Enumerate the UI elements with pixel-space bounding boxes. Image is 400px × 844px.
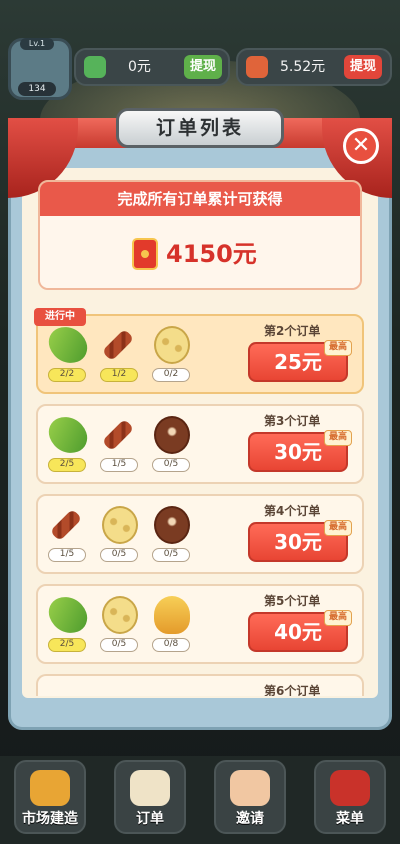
menu-book-icon bbox=[330, 770, 370, 806]
cash-value: 0元 bbox=[128, 59, 151, 75]
nav-label: 订单 bbox=[136, 811, 164, 827]
item-progress: 0/5 bbox=[152, 458, 190, 472]
order-item: 1/2 bbox=[98, 324, 142, 382]
redpack-icon bbox=[132, 238, 158, 270]
item-progress: 2/5 bbox=[48, 458, 86, 472]
order-reward-value: 30元 bbox=[274, 440, 322, 464]
item-progress: 2/2 bbox=[48, 368, 86, 382]
order-item: 0/2 bbox=[150, 324, 194, 382]
redpack-balance-pill: 5.52元 提现 bbox=[236, 48, 392, 86]
item-progress: 0/5 bbox=[100, 638, 138, 652]
reward-body: 4150元 bbox=[40, 216, 360, 288]
order-reward-button[interactable]: 40元 最高 bbox=[248, 610, 352, 652]
order-reward-button[interactable]: 30元 最高 bbox=[248, 430, 352, 472]
friends-icon bbox=[230, 770, 270, 806]
lotus-root-skewer-icon bbox=[102, 506, 138, 544]
nav-label: 菜单 bbox=[336, 811, 364, 827]
item-progress: 1/5 bbox=[100, 458, 138, 472]
green-pepper-skewer-icon bbox=[44, 590, 92, 640]
total-reward-box: 完成所有订单累计可获得 4150元 bbox=[38, 180, 362, 290]
hard-hat-icon bbox=[30, 770, 70, 806]
order-title: 第4个订单 bbox=[264, 504, 321, 518]
nav-market-build[interactable]: 市场建造 bbox=[14, 760, 86, 834]
max-badge: 最高 bbox=[324, 610, 352, 626]
order-title: 第6个订单 bbox=[264, 684, 321, 696]
order-title: 第5个订单 bbox=[264, 594, 321, 608]
corn-skewer-icon bbox=[154, 596, 190, 634]
item-progress: 0/8 bbox=[152, 638, 190, 652]
nav-menu[interactable]: 菜单 bbox=[314, 760, 386, 834]
lotus-root-skewer-icon bbox=[154, 326, 190, 364]
meat-skewer-icon bbox=[101, 328, 135, 362]
wechat-icon bbox=[84, 56, 106, 78]
order-item: 2/5 bbox=[44, 590, 92, 652]
order-reward-value: 25元 bbox=[274, 350, 322, 374]
item-progress: 0/5 bbox=[100, 548, 138, 562]
order-card: 第6个订单 bbox=[36, 674, 364, 696]
item-progress: 2/5 bbox=[48, 638, 86, 652]
max-badge: 最高 bbox=[324, 520, 352, 536]
order-item: 2/5 bbox=[44, 410, 92, 472]
level-badge: Lv.1 bbox=[20, 38, 54, 50]
panel-title: 订单列表 bbox=[116, 108, 284, 148]
mushroom-skewer-icon bbox=[154, 506, 190, 544]
clipboard-icon bbox=[130, 770, 170, 806]
mushroom-skewer-icon bbox=[154, 416, 190, 454]
redpack-withdraw-button[interactable]: 提现 bbox=[344, 55, 382, 79]
close-button[interactable]: ✕ bbox=[343, 128, 379, 164]
order-item: 2/2 bbox=[44, 320, 92, 382]
order-title: 第3个订单 bbox=[264, 414, 321, 428]
item-progress: 1/2 bbox=[100, 368, 138, 382]
order-item: 0/5 bbox=[150, 414, 194, 472]
order-card: 2/5 1/5 0/5 第3个订单 30元 最高 bbox=[36, 404, 364, 484]
order-item: 1/5 bbox=[98, 414, 142, 472]
order-card: 2/5 0/5 0/8 第5个订单 40元 最高 bbox=[36, 584, 364, 664]
redpack-icon bbox=[246, 56, 268, 78]
item-progress: 0/2 bbox=[152, 368, 190, 382]
order-item: 0/5 bbox=[98, 504, 142, 562]
meat-skewer-icon bbox=[101, 418, 135, 452]
cash-balance-pill: 0元 提现 bbox=[74, 48, 230, 86]
reward-amount: 4150元 bbox=[166, 240, 257, 268]
order-card: 1/5 0/5 0/5 第4个订单 30元 最高 bbox=[36, 494, 364, 574]
reward-heading: 完成所有订单累计可获得 bbox=[40, 182, 360, 216]
nav-label: 邀请 bbox=[236, 811, 264, 827]
max-badge: 最高 bbox=[324, 430, 352, 446]
max-badge: 最高 bbox=[324, 340, 352, 356]
order-reward-value: 40元 bbox=[274, 620, 322, 644]
order-item: 0/5 bbox=[150, 504, 194, 562]
order-item: 1/5 bbox=[46, 504, 90, 562]
order-reward-button[interactable]: 30元 最高 bbox=[248, 520, 352, 562]
cash-withdraw-button[interactable]: 提现 bbox=[184, 55, 222, 79]
item-progress: 1/5 bbox=[48, 548, 86, 562]
avatar-count: 134 bbox=[18, 82, 56, 96]
order-card: 进行中 2/2 1/2 0/2 第2个订单 25元 最高 bbox=[34, 308, 364, 394]
item-progress: 0/5 bbox=[152, 548, 190, 562]
lotus-root-skewer-icon bbox=[102, 596, 138, 634]
order-item: 0/5 bbox=[98, 594, 142, 652]
green-pepper-skewer-icon bbox=[44, 410, 92, 460]
order-title: 第2个订单 bbox=[264, 324, 321, 338]
meat-skewer-icon bbox=[49, 508, 83, 542]
order-reward-value: 30元 bbox=[274, 530, 322, 554]
redpack-value: 5.52元 bbox=[280, 59, 326, 75]
nav-orders[interactable]: 订单 bbox=[114, 760, 186, 834]
nav-invite[interactable]: 邀请 bbox=[214, 760, 286, 834]
green-pepper-skewer-icon bbox=[44, 320, 92, 370]
order-reward-button[interactable]: 25元 最高 bbox=[248, 340, 352, 382]
order-item: 0/8 bbox=[150, 594, 194, 652]
nav-label: 市场建造 bbox=[22, 811, 78, 827]
close-icon: ✕ bbox=[351, 133, 371, 158]
